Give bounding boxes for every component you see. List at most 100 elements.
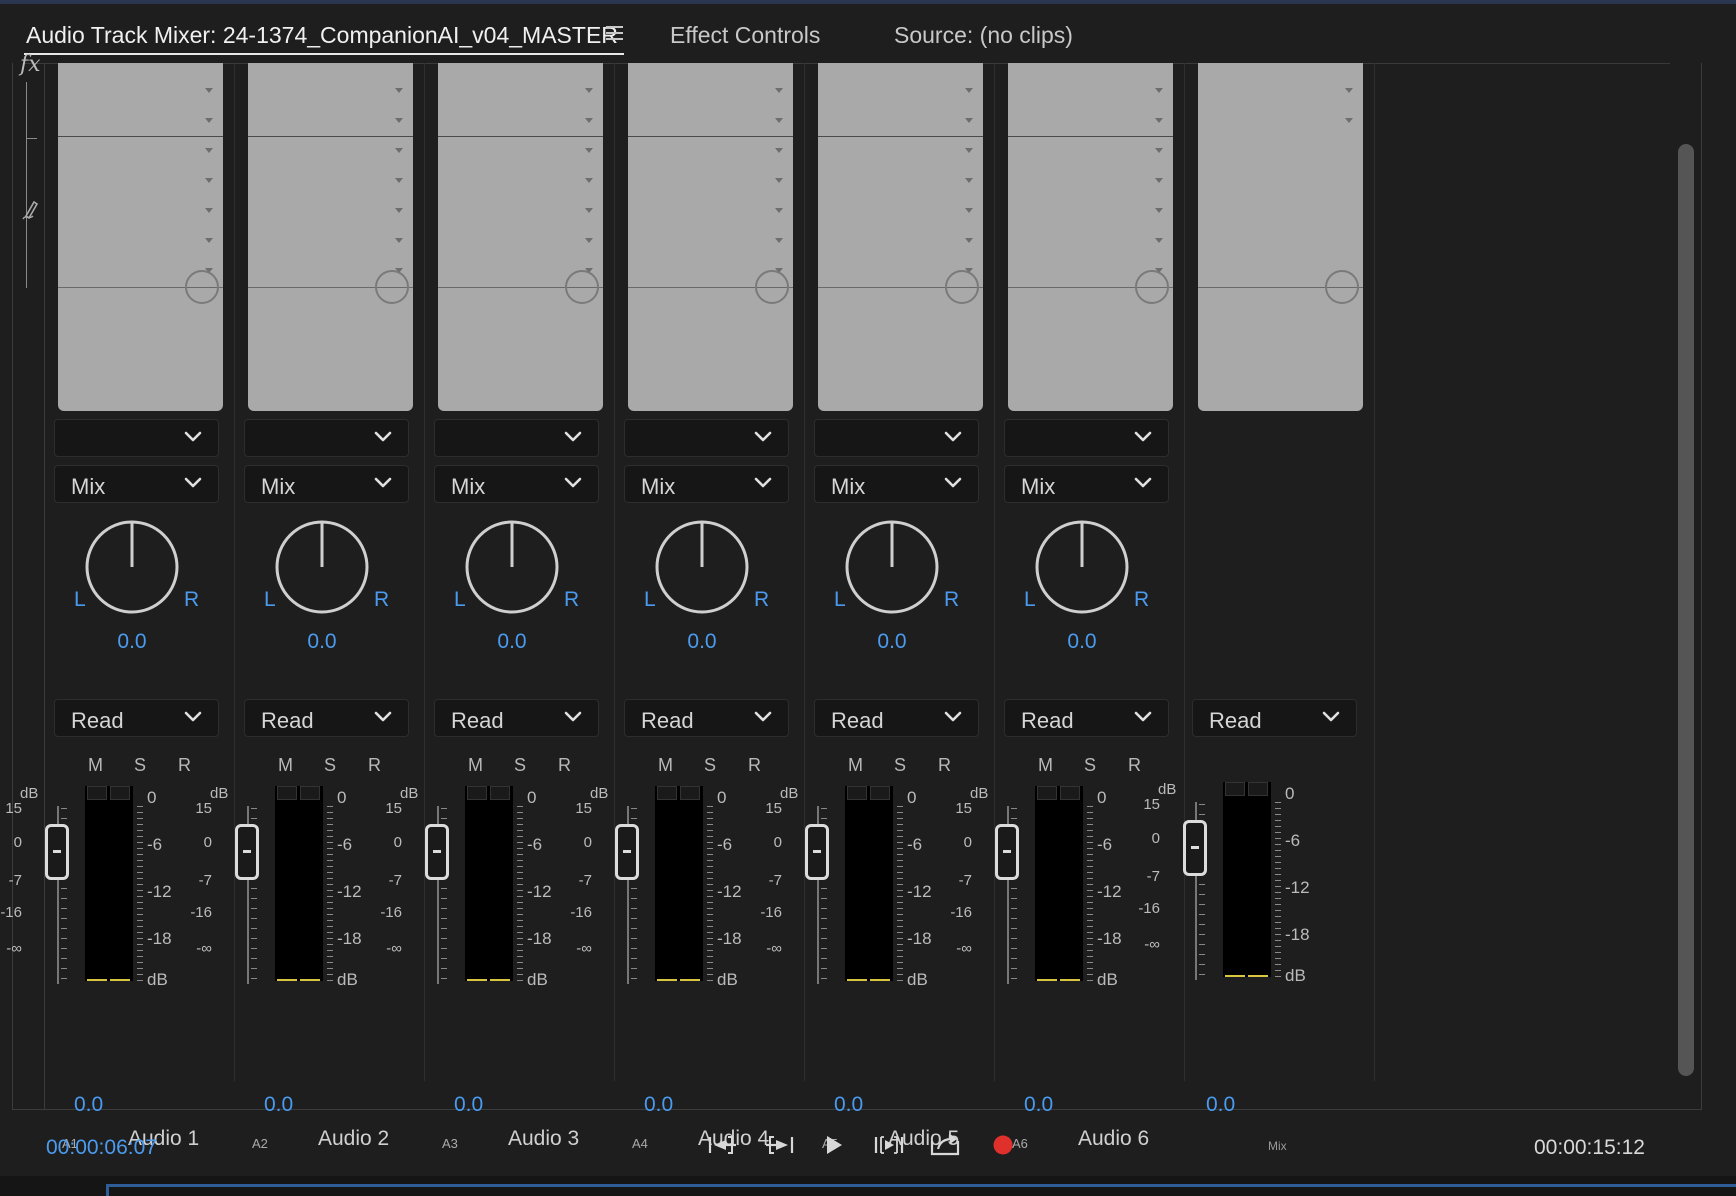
dropdown-label: Mix (261, 474, 296, 499)
peak-indicator-left[interactable] (657, 786, 677, 800)
play-icon[interactable] (816, 1128, 850, 1162)
volume-fader-handle[interactable] (995, 824, 1019, 880)
peak-indicator-left[interactable] (847, 786, 867, 800)
automation-mode-dropdown[interactable]: Read (1192, 699, 1357, 737)
record-icon[interactable] (986, 1128, 1020, 1162)
tab-audio-track-mixer[interactable]: Audio Track Mixer: 24-1374_CompanionAI_v… (26, 22, 618, 49)
pan-value[interactable]: 0.0 (856, 630, 928, 654)
track-name[interactable]: Mix (1268, 1139, 1287, 1153)
pan-value[interactable]: 0.0 (666, 630, 738, 654)
mute-button[interactable]: M (278, 755, 293, 776)
current-time-display[interactable]: 00:00:06:07 (46, 1136, 157, 1160)
volume-value[interactable]: 0.0 (264, 1093, 293, 1117)
solo-button[interactable]: S (704, 755, 716, 776)
level-meter (1223, 782, 1271, 977)
fader-scale-label: 15 (575, 800, 592, 817)
pan-knob[interactable] (844, 519, 940, 615)
channel-strip: Mix L R 0.0 Read M S RdB 15 0 -7 -16 -∞ 0 -6 -12 -18 dB 0.… (0, 63, 223, 1151)
pan-knob[interactable] (654, 519, 750, 615)
volume-fader-handle[interactable] (805, 824, 829, 880)
peak-indicator-right[interactable] (110, 786, 130, 800)
solo-button[interactable]: S (324, 755, 336, 776)
volume-fader-handle[interactable] (45, 824, 69, 880)
peak-indicator-right[interactable] (680, 786, 700, 800)
meter-scale-label: 0 (1097, 788, 1107, 807)
pan-value[interactable]: 0.0 (96, 630, 168, 654)
track-name[interactable]: Audio 2 (318, 1127, 389, 1151)
pan-value[interactable]: 0.0 (286, 630, 358, 654)
fader-scale-label: 15 (765, 800, 782, 817)
tab-effect-controls[interactable]: Effect Controls (670, 22, 820, 49)
pan-knob[interactable] (274, 519, 370, 615)
vertical-scrollbar[interactable] (1678, 144, 1694, 1076)
volume-fader-handle[interactable] (1183, 820, 1207, 876)
pan-left-label: L (644, 588, 656, 611)
track-name[interactable]: Audio 3 (508, 1127, 579, 1151)
peak-indicator-right[interactable] (870, 786, 890, 800)
send-level-knob[interactable] (1325, 270, 1359, 304)
volume-value[interactable]: 0.0 (74, 1093, 103, 1117)
peak-indicator-right[interactable] (300, 786, 320, 800)
fader-and-meter: dB 15 0 -7 -16 -∞ 0 -6 -12 -18 dB (0, 785, 190, 996)
pan-value[interactable]: 0.0 (1046, 630, 1118, 654)
export-icon[interactable] (928, 1128, 962, 1162)
go-to-out-icon[interactable] (762, 1128, 796, 1162)
meter-scale-label: 0 (717, 788, 727, 807)
solo-button[interactable]: S (1084, 755, 1096, 776)
peak-indicator-left[interactable] (1225, 782, 1245, 796)
loop-in-out-icon[interactable] (872, 1128, 906, 1162)
panel-menu-icon[interactable] (604, 22, 626, 44)
dropdown-label: Read (641, 708, 694, 733)
meter-scale-label: dB (907, 970, 928, 989)
mute-button[interactable]: M (88, 755, 103, 776)
volume-value[interactable]: 0.0 (834, 1093, 863, 1117)
volume-fader-handle[interactable] (425, 824, 449, 880)
fader-scale-label: -7 (578, 872, 592, 889)
fader-scale-label: dB (20, 785, 39, 802)
meter-scale-label: -12 (527, 882, 552, 901)
go-to-in-icon[interactable] (706, 1128, 740, 1162)
level-meter (85, 786, 133, 981)
track-name[interactable]: Audio 6 (1078, 1127, 1149, 1151)
track-id: A3 (442, 1136, 458, 1151)
pan-value[interactable]: 0.0 (476, 630, 548, 654)
solo-button[interactable]: S (134, 755, 146, 776)
fader-scale-label: -∞ (766, 940, 782, 957)
volume-fader-handle[interactable] (615, 824, 639, 880)
solo-button[interactable]: S (514, 755, 526, 776)
fader-scale-label: 0 (583, 834, 592, 851)
fx-slot-arrow-icon[interactable] (1345, 118, 1353, 123)
mute-button[interactable]: M (1038, 755, 1053, 776)
peak-indicator-right[interactable] (490, 786, 510, 800)
fader-and-meter: dB 15 0 -7 -16 -∞ 0 -6 -12 -18 dB (190, 785, 380, 996)
volume-value[interactable]: 0.0 (1206, 1093, 1235, 1117)
volume-value[interactable]: 0.0 (644, 1093, 673, 1117)
peak-indicator-left[interactable] (277, 786, 297, 800)
volume-fader-handle[interactable] (235, 824, 259, 880)
volume-value[interactable]: 0.0 (1024, 1093, 1053, 1117)
tab-source[interactable]: Source: (no clips) (894, 22, 1073, 49)
volume-value[interactable]: 0.0 (454, 1093, 483, 1117)
peak-indicator-right[interactable] (1060, 786, 1080, 800)
fx-slot-arrow-icon[interactable] (1345, 88, 1353, 93)
pan-knob[interactable] (84, 519, 180, 615)
bottom-panel-edge (0, 1176, 1736, 1196)
peak-indicator-left[interactable] (1037, 786, 1057, 800)
pan-left-label: L (454, 588, 466, 611)
peak-indicator-left[interactable] (467, 786, 487, 800)
mute-button[interactable]: M (658, 755, 673, 776)
mute-button[interactable]: M (468, 755, 483, 776)
master-effects-rack[interactable] (1198, 63, 1363, 411)
fader-scale-label: -∞ (386, 940, 402, 957)
peak-indicator-right[interactable] (1248, 782, 1268, 796)
level-meter (275, 786, 323, 981)
meter-scale-label: -12 (1097, 882, 1122, 901)
dropdown-label: Mix (641, 474, 676, 499)
meter-ticks (137, 806, 143, 982)
peak-indicator-left[interactable] (87, 786, 107, 800)
solo-button[interactable]: S (894, 755, 906, 776)
mute-button[interactable]: M (848, 755, 863, 776)
pan-knob[interactable] (464, 519, 560, 615)
panel-tab-bar: Audio Track Mixer: 24-1374_CompanionAI_v… (0, 4, 1736, 62)
pan-knob[interactable] (1034, 519, 1130, 615)
